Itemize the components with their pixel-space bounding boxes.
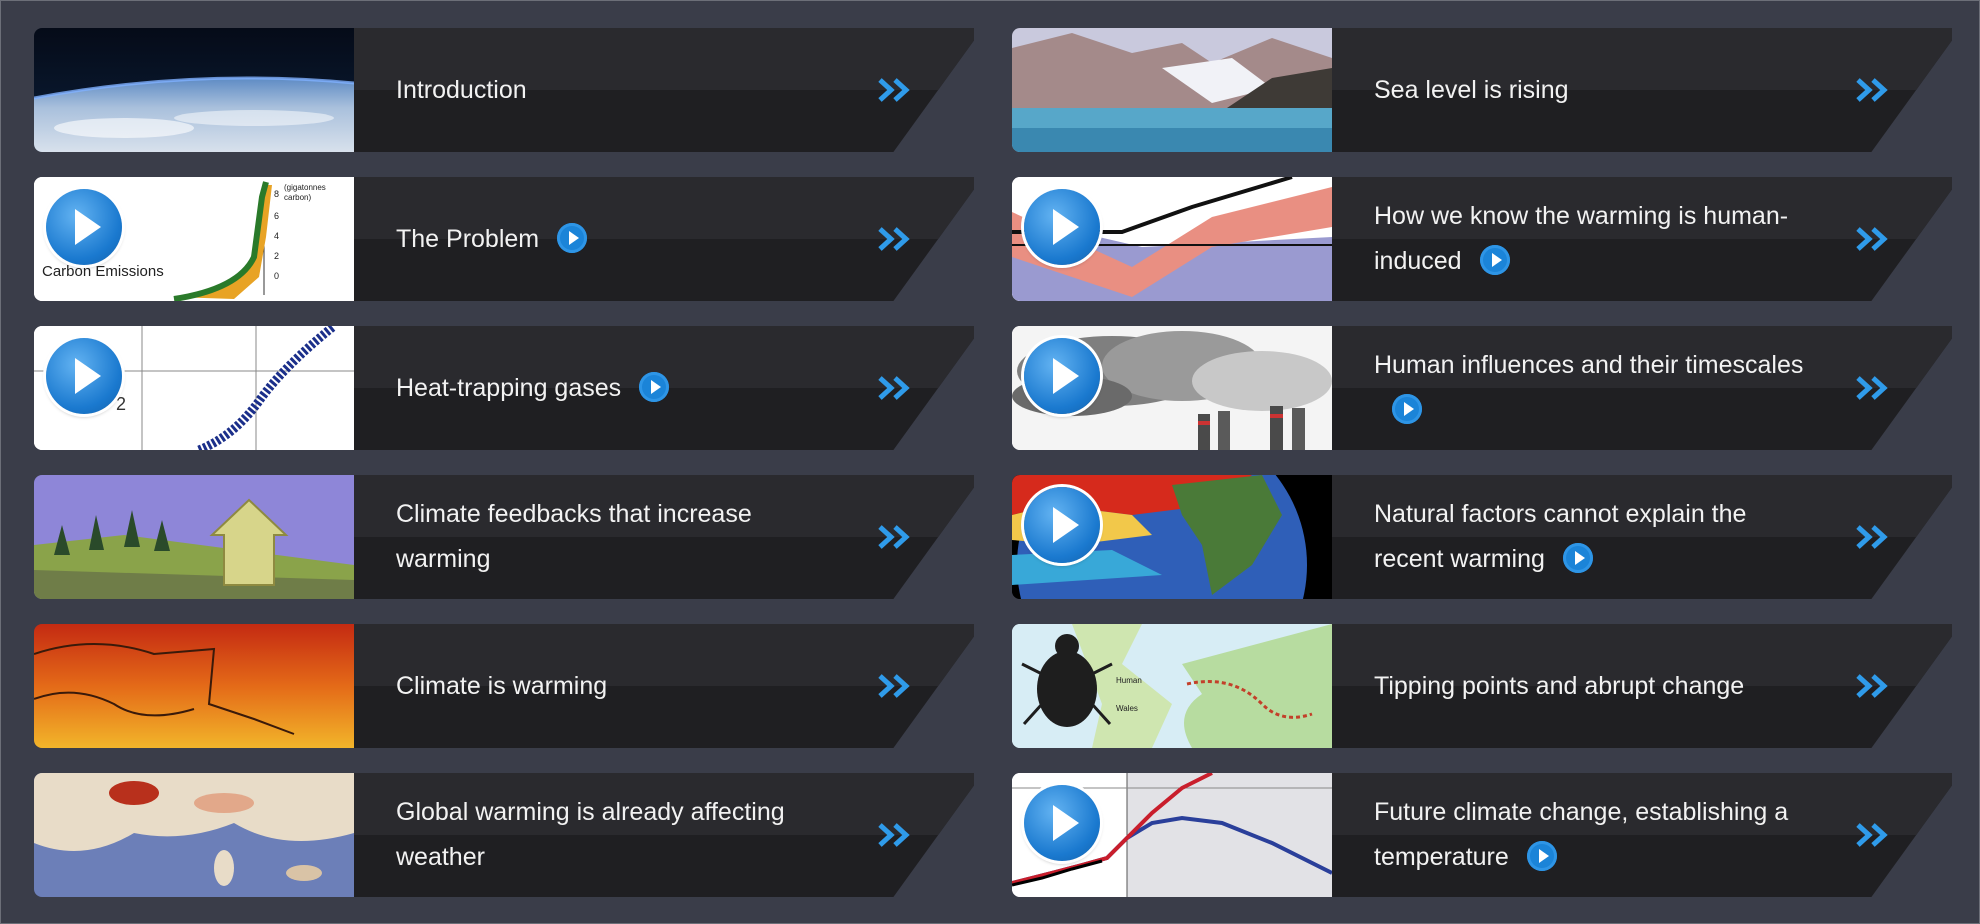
future-projection-thumbnail bbox=[1012, 773, 1332, 897]
card-panel: Natural factors cannot explain the recen… bbox=[1332, 475, 1952, 599]
play-icon[interactable] bbox=[1479, 245, 1510, 276]
svg-text:6: 6 bbox=[274, 211, 279, 221]
play-icon[interactable] bbox=[639, 371, 670, 402]
card-human-influences[interactable]: Human influences and their timescales bbox=[1012, 326, 1952, 450]
glacier-thumbnail bbox=[1012, 28, 1332, 152]
double-chevron-right-icon[interactable] bbox=[874, 370, 914, 406]
play-icon[interactable] bbox=[1024, 487, 1100, 563]
map-label-wales: Wales bbox=[1116, 704, 1138, 713]
beetle-map-thumbnail: Human Wales bbox=[1012, 624, 1332, 748]
card-panel: Introduction bbox=[354, 28, 974, 152]
temperature-map-image bbox=[34, 624, 354, 748]
card-heat-trapping-gases[interactable]: 2 Heat-trapping gases bbox=[34, 326, 974, 450]
card-panel: Climate is warming bbox=[354, 624, 974, 748]
play-icon[interactable] bbox=[1526, 841, 1557, 872]
double-chevron-right-icon[interactable] bbox=[874, 817, 914, 853]
attribution-chart-thumbnail bbox=[1012, 177, 1332, 301]
landscape-with-arrow-image bbox=[34, 475, 354, 599]
card-panel: Future climate change, establishing a te… bbox=[1332, 773, 1952, 897]
earth-horizon-image bbox=[34, 28, 354, 152]
card-introduction[interactable]: Introduction bbox=[34, 28, 974, 152]
card-tipping-points[interactable]: Human Wales Tipping points and abrupt ch… bbox=[1012, 624, 1952, 748]
gigatonnes-label: (gigatonnes carbon) bbox=[284, 183, 326, 202]
double-chevron-right-icon[interactable] bbox=[1852, 519, 1892, 555]
card-affecting-weather[interactable]: Global warming is already affecting weat… bbox=[34, 773, 974, 897]
page-frame: Introduction 8 6 4 2 0 (gigatonnes carbo… bbox=[0, 0, 1980, 924]
card-label: Global warming is already affecting weat… bbox=[396, 798, 785, 871]
card-the-problem[interactable]: 8 6 4 2 0 (gigatonnes carbon) Carbon Emi… bbox=[34, 177, 974, 301]
card-panel: The Problem bbox=[354, 177, 974, 301]
svg-text:0: 0 bbox=[274, 271, 279, 281]
card-climate-is-warming[interactable]: Climate is warming bbox=[34, 624, 974, 748]
carbon-emissions-label: Carbon Emissions bbox=[42, 263, 164, 280]
card-natural-factors[interactable]: Natural factors cannot explain the recen… bbox=[1012, 475, 1952, 599]
svg-text:4: 4 bbox=[274, 231, 279, 241]
carbon-emissions-thumbnail: 8 6 4 2 0 (gigatonnes carbon) Carbon Emi… bbox=[34, 177, 354, 301]
double-chevron-right-icon[interactable] bbox=[1852, 370, 1892, 406]
feedbacks-landscape-thumbnail bbox=[34, 475, 354, 599]
double-chevron-right-icon[interactable] bbox=[1852, 668, 1892, 704]
card-label: Heat-trapping gases bbox=[396, 366, 826, 411]
card-label: Climate feedbacks that increase warming bbox=[396, 500, 752, 573]
europe-map-thumbnail bbox=[34, 773, 354, 897]
double-chevron-right-icon[interactable] bbox=[874, 221, 914, 257]
double-chevron-right-icon[interactable] bbox=[1852, 817, 1892, 853]
card-panel: Climate feedbacks that increase warming bbox=[354, 475, 974, 599]
temperature-map-thumbnail bbox=[34, 624, 354, 748]
play-icon[interactable] bbox=[557, 222, 588, 253]
play-icon[interactable] bbox=[46, 189, 122, 265]
double-chevron-right-icon[interactable] bbox=[874, 668, 914, 704]
europe-anomaly-map-image bbox=[34, 773, 354, 897]
card-label: Sea level is rising bbox=[1374, 75, 1569, 104]
card-label: Introduction bbox=[396, 75, 527, 104]
card-label: How we know the warming is human-induced bbox=[1374, 202, 1789, 276]
card-panel: How we know the warming is human-induced bbox=[1332, 177, 1952, 301]
card-label: Natural factors cannot explain the recen… bbox=[1374, 500, 1747, 574]
card-climate-feedbacks[interactable]: Climate feedbacks that increase warming bbox=[34, 475, 974, 599]
card-label: The Problem bbox=[396, 217, 826, 262]
card-label: Tipping points and abrupt change bbox=[1374, 671, 1745, 700]
card-label: Human influences and their timescales bbox=[1374, 343, 1804, 433]
card-future-climate[interactable]: Future climate change, establishing a te… bbox=[1012, 773, 1952, 897]
beetle-and-map-image bbox=[1012, 624, 1332, 748]
map-label-human: Human bbox=[1116, 676, 1142, 685]
card-panel: Heat-trapping gases bbox=[354, 326, 974, 450]
play-icon[interactable] bbox=[1024, 338, 1100, 414]
double-chevron-right-icon[interactable] bbox=[1852, 221, 1892, 257]
co2-subscript-label: 2 bbox=[116, 394, 127, 414]
play-icon[interactable] bbox=[1024, 189, 1100, 265]
play-icon[interactable] bbox=[46, 338, 122, 414]
card-panel: Human influences and their timescales bbox=[1332, 326, 1952, 450]
svg-text:8: 8 bbox=[274, 189, 279, 199]
card-panel: Tipping points and abrupt change bbox=[1332, 624, 1952, 748]
card-human-induced[interactable]: How we know the warming is human-induced bbox=[1012, 177, 1952, 301]
play-icon[interactable] bbox=[1562, 543, 1593, 574]
card-label: Future climate change, establishing a te… bbox=[1374, 798, 1789, 872]
card-label: Climate is warming bbox=[396, 671, 608, 700]
right-column: Sea level is rising How we know the warm… bbox=[1012, 28, 1952, 922]
card-sea-level[interactable]: Sea level is rising bbox=[1012, 28, 1952, 152]
double-chevron-right-icon[interactable] bbox=[874, 72, 914, 108]
glacier-bay-image bbox=[1012, 28, 1332, 152]
play-icon[interactable] bbox=[1392, 394, 1422, 425]
card-panel: Sea level is rising bbox=[1332, 28, 1952, 152]
card-panel: Global warming is already affecting weat… bbox=[354, 773, 974, 897]
smokestack-thumbnail bbox=[1012, 326, 1332, 450]
double-chevron-right-icon[interactable] bbox=[1852, 72, 1892, 108]
globe-sst-thumbnail bbox=[1012, 475, 1332, 599]
earth-from-space-thumbnail bbox=[34, 28, 354, 152]
svg-text:2: 2 bbox=[274, 251, 279, 261]
double-chevron-right-icon[interactable] bbox=[874, 519, 914, 555]
play-icon[interactable] bbox=[1024, 785, 1100, 861]
co2-curve-thumbnail: 2 bbox=[34, 326, 354, 450]
left-column: Introduction 8 6 4 2 0 (gigatonnes carbo… bbox=[34, 28, 974, 922]
